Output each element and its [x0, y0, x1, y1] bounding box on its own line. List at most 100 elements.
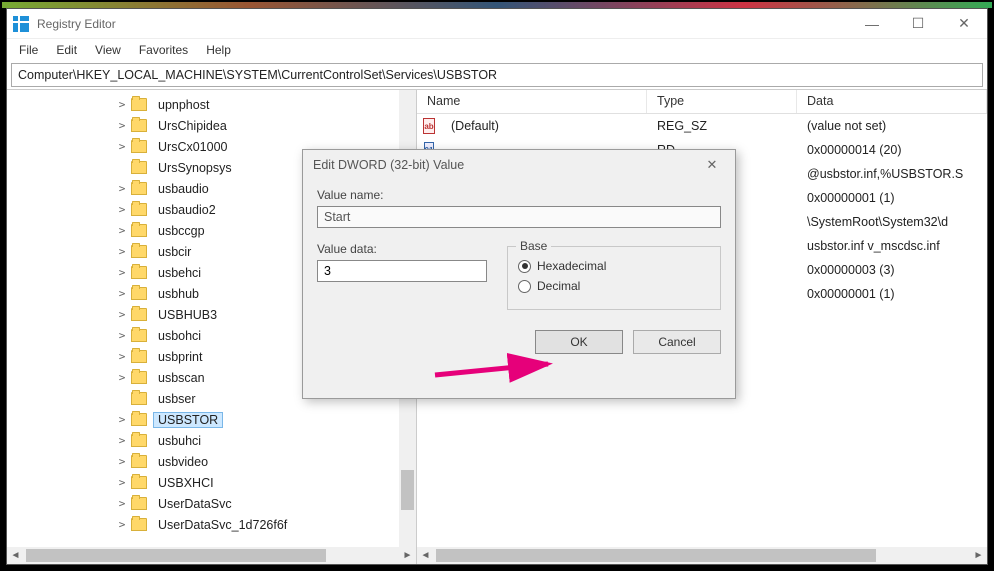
expand-icon[interactable]: > [115, 413, 129, 426]
titlebar: Registry Editor — ☐ ✕ [7, 9, 987, 39]
radio-dec-indicator [518, 280, 531, 293]
value-data: 0x00000003 (3) [797, 263, 987, 277]
folder-icon [131, 266, 147, 279]
value-name-input[interactable] [317, 206, 721, 228]
folder-icon [131, 182, 147, 195]
folder-icon [131, 287, 147, 300]
tree-node-label: USBSTOR [153, 412, 223, 428]
edit-dword-dialog: Edit DWORD (32-bit) Value ✕ Value name: … [302, 149, 736, 399]
tree-node-label: usbuhci [153, 434, 206, 448]
expand-icon[interactable]: > [115, 308, 129, 321]
folder-icon [131, 98, 147, 111]
expand-icon[interactable]: > [115, 182, 129, 195]
tree-scroll-thumb-h[interactable] [26, 549, 326, 562]
tree-node-label: usbehci [153, 266, 206, 280]
address-text: Computer\HKEY_LOCAL_MACHINE\SYSTEM\Curre… [18, 68, 497, 82]
folder-icon [131, 140, 147, 153]
tree-node-label: UrsChipidea [153, 119, 232, 133]
expand-icon[interactable]: > [115, 203, 129, 216]
expand-icon[interactable]: > [115, 497, 129, 510]
scroll-right-icon[interactable]: ► [970, 547, 987, 564]
scroll-left-icon[interactable]: ◄ [7, 547, 24, 564]
expand-icon[interactable]: > [115, 140, 129, 153]
scroll-left-icon[interactable]: ◄ [417, 547, 434, 564]
col-header-type[interactable]: Type [647, 90, 797, 113]
expand-icon[interactable]: > [115, 245, 129, 258]
tree-node[interactable]: >UserDataSvc_1d726f6f [7, 514, 416, 535]
menu-view[interactable]: View [87, 41, 129, 59]
expand-icon[interactable]: > [115, 119, 129, 132]
menu-help[interactable]: Help [198, 41, 239, 59]
tree-node-label: upnphost [153, 98, 214, 112]
tree-node[interactable]: > USBSTOR [7, 409, 416, 430]
radio-dec-label: Decimal [537, 279, 580, 293]
expand-icon[interactable]: > [115, 518, 129, 531]
scroll-right-icon[interactable]: ► [399, 547, 416, 564]
tree-node[interactable]: > upnphost [7, 94, 416, 115]
tree-node[interactable]: > UrsChipidea [7, 115, 416, 136]
col-header-name[interactable]: Name [417, 90, 647, 113]
menu-edit[interactable]: Edit [48, 41, 85, 59]
cancel-button[interactable]: Cancel [633, 330, 721, 354]
value-data: (value not set) [797, 119, 987, 133]
folder-icon [131, 245, 147, 258]
ok-button[interactable]: OK [535, 330, 623, 354]
minimize-button[interactable]: — [849, 9, 895, 39]
base-legend: Base [516, 239, 551, 253]
expand-icon[interactable]: > [115, 455, 129, 468]
tree-node[interactable]: > USBXHCI [7, 472, 416, 493]
address-bar[interactable]: Computer\HKEY_LOCAL_MACHINE\SYSTEM\Curre… [11, 63, 983, 87]
menu-favorites[interactable]: Favorites [131, 41, 196, 59]
value-name-label: Value name: [317, 188, 721, 202]
tree-node-label: usbhub [153, 287, 204, 301]
tree-node-label: usbprint [153, 350, 207, 364]
folder-icon [131, 308, 147, 321]
values-scroll-thumb-h[interactable] [436, 549, 876, 562]
radio-decimal[interactable]: Decimal [518, 279, 710, 293]
folder-icon [131, 476, 147, 489]
tree-node-label: usbcir [153, 245, 196, 259]
value-data-label: Value data: [317, 242, 487, 256]
value-data: 0x00000014 (20) [797, 143, 987, 157]
value-row[interactable]: ab(Default)REG_SZ(value not set) [417, 114, 987, 138]
expand-icon[interactable]: > [115, 266, 129, 279]
values-scrollbar-horizontal[interactable]: ◄ ► [417, 547, 987, 564]
value-data: usbstor.inf v_mscdsc.inf [797, 239, 987, 253]
tree-node[interactable]: >usbvideo [7, 451, 416, 472]
expand-icon[interactable]: > [115, 350, 129, 363]
app-icon [13, 16, 29, 32]
tree-node-label: UserDataSvc [153, 497, 237, 511]
tree-node[interactable]: > usbuhci [7, 430, 416, 451]
value-data-input[interactable] [317, 260, 487, 282]
radio-hex-label: Hexadecimal [537, 259, 606, 273]
dialog-close-button[interactable]: ✕ [699, 157, 725, 173]
expand-icon[interactable]: > [115, 329, 129, 342]
dialog-title: Edit DWORD (32-bit) Value [313, 158, 699, 172]
folder-icon [131, 119, 147, 132]
value-data: \SystemRoot\System32\d [797, 215, 987, 229]
base-group: Base Hexadecimal Decimal [507, 246, 721, 310]
expand-icon[interactable]: > [115, 434, 129, 447]
maximize-button[interactable]: ☐ [895, 9, 941, 39]
expand-icon[interactable]: > [115, 476, 129, 489]
folder-icon [131, 224, 147, 237]
expand-icon[interactable]: > [115, 98, 129, 111]
col-header-data[interactable]: Data [797, 90, 987, 113]
tree-scroll-thumb-v[interactable] [401, 470, 414, 510]
value-name: (Default) [441, 119, 647, 133]
menu-file[interactable]: File [11, 41, 46, 59]
expand-icon[interactable]: > [115, 287, 129, 300]
dialog-titlebar: Edit DWORD (32-bit) Value ✕ [303, 150, 735, 180]
value-data: @usbstor.inf,%USBSTOR.S [797, 167, 987, 181]
expand-icon[interactable]: > [115, 224, 129, 237]
radio-hexadecimal[interactable]: Hexadecimal [518, 259, 710, 273]
tree-node-label: USBXHCI [153, 476, 219, 490]
folder-icon [131, 497, 147, 510]
close-button[interactable]: ✕ [941, 9, 987, 39]
tree-node-label: UrsCx01000 [153, 140, 232, 154]
tree-node[interactable]: > UserDataSvc [7, 493, 416, 514]
folder-icon [131, 329, 147, 342]
value-data: 0x00000001 (1) [797, 287, 987, 301]
expand-icon[interactable]: > [115, 371, 129, 384]
tree-scrollbar-horizontal[interactable]: ◄ ► [7, 547, 416, 564]
